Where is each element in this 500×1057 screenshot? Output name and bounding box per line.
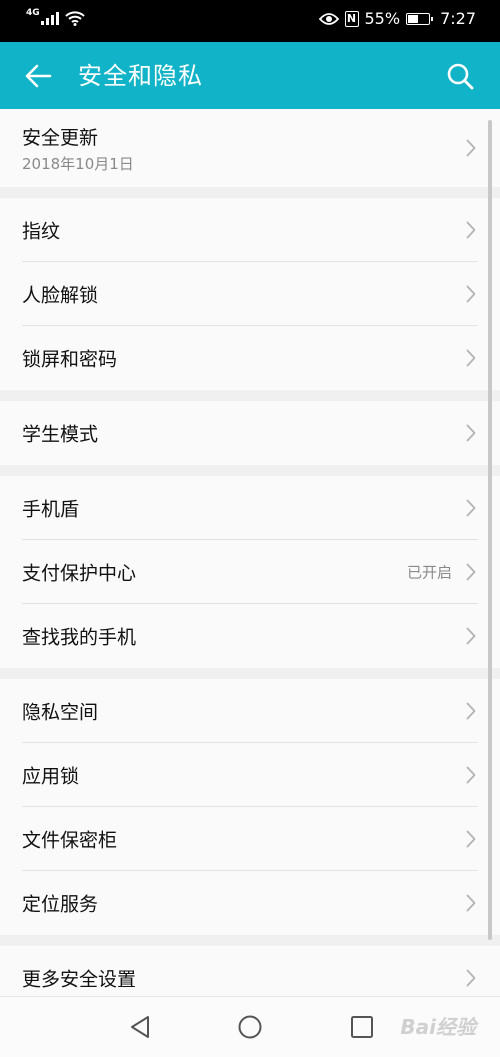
wifi-icon [64, 11, 85, 26]
scrollbar[interactable] [488, 120, 492, 940]
settings-group: 安全更新 2018年10月1日 [0, 109, 500, 187]
settings-group: 指纹人脸解锁锁屏和密码 [0, 198, 500, 390]
nav-recents-button[interactable] [348, 1013, 376, 1041]
network-type: 4G [26, 8, 40, 18]
settings-item-label: 锁屏和密码 [22, 348, 118, 371]
chevron-right-icon [466, 139, 476, 157]
chevron-right-icon [466, 285, 476, 303]
settings-item[interactable]: 人脸解锁 [22, 262, 478, 326]
settings-item[interactable]: 指纹 [22, 198, 478, 262]
circle-home-icon [238, 1015, 262, 1039]
battery-percent: 55% [364, 9, 401, 28]
settings-item[interactable]: 安全更新 2018年10月1日 [22, 109, 478, 187]
chevron-right-icon [466, 766, 476, 784]
settings-item-label: 应用锁 [22, 765, 80, 787]
settings-item[interactable]: 学生模式 [22, 401, 478, 465]
signal-icon [40, 12, 59, 25]
settings-group: 隐私空间应用锁文件保密柜定位服务 [0, 679, 500, 935]
settings-item-label: 隐私空间 [22, 701, 99, 723]
status-bar: 4G N 55% 7:27 [0, 0, 500, 42]
chevron-right-icon [466, 627, 476, 645]
search-icon [447, 63, 474, 90]
group-divider [0, 668, 500, 679]
settings-item-label: 手机盾 [22, 498, 80, 520]
group-divider [0, 465, 500, 476]
settings-group: 学生模式 [0, 401, 500, 465]
settings-item-label: 支付保护中心 [22, 562, 137, 584]
nfc-icon: N [344, 10, 359, 27]
battery-icon [406, 12, 434, 25]
chevron-right-icon [466, 969, 476, 987]
settings-item-label: 指纹 [22, 220, 61, 242]
chevron-right-icon [466, 424, 476, 442]
chevron-right-icon [466, 349, 476, 367]
arrow-left-icon [25, 64, 52, 88]
group-divider [0, 935, 500, 946]
page-title: 安全和隐私 [78, 62, 203, 90]
settings-item[interactable]: 手机盾 [22, 476, 478, 540]
app-bar: 安全和隐私 [0, 42, 500, 109]
search-button[interactable] [442, 58, 478, 94]
settings-item-label: 文件保密柜 [22, 829, 118, 851]
nav-back-button[interactable] [126, 1013, 154, 1041]
settings-item[interactable]: 隐私空间 [22, 679, 478, 743]
watermark: Bai经验 [400, 1015, 476, 1039]
nav-home-button[interactable] [236, 1013, 264, 1041]
battery-fill [408, 14, 419, 23]
triangle-back-icon [131, 1016, 149, 1038]
status-right: N 55% 7:27 [313, 9, 476, 28]
settings-item-subtitle: 2018年10月1日 [22, 155, 134, 173]
settings-item-label: 学生模式 [22, 423, 99, 446]
settings-group: 手机盾支付保护中心 已开启查找我的手机 [0, 476, 500, 668]
settings-item[interactable]: 锁屏和密码 [22, 326, 478, 390]
chevron-right-icon [466, 499, 476, 517]
settings-item[interactable]: 应用锁 [22, 743, 478, 807]
navigation-bar: Bai经验 [0, 996, 500, 1057]
settings-item-status: 已开启 [406, 563, 452, 581]
settings-item-label: 查找我的手机 [22, 626, 137, 649]
screen: 4G N 55% 7:27 安全和隐私 安全更新 2018年10月1日 指纹 人… [0, 0, 500, 1057]
settings-list: 安全更新 2018年10月1日指纹人脸解锁锁屏和密码学生模式手机盾支付保护中心 已开… [0, 109, 500, 1010]
status-left: 4G [26, 8, 85, 26]
chevron-right-icon [466, 563, 476, 581]
settings-item-label: 人脸解锁 [22, 284, 99, 306]
back-button[interactable] [20, 58, 56, 94]
chevron-right-icon [466, 830, 476, 848]
chevron-right-icon [466, 894, 476, 912]
group-divider [0, 390, 500, 401]
settings-item-label: 安全更新 [22, 127, 99, 149]
settings-item-label: 更多安全设置 [22, 968, 137, 991]
settings-item-label: 定位服务 [22, 893, 99, 916]
square-recents-icon [351, 1016, 373, 1038]
group-divider [0, 187, 500, 198]
settings-item[interactable]: 定位服务 [22, 871, 478, 935]
settings-item[interactable]: 文件保密柜 [22, 807, 478, 871]
settings-item[interactable]: 查找我的手机 [22, 604, 478, 668]
chevron-right-icon [466, 702, 476, 720]
eye-icon [318, 12, 339, 25]
clock: 7:27 [440, 9, 476, 28]
chevron-right-icon [466, 221, 476, 239]
settings-item[interactable]: 支付保护中心 已开启 [22, 540, 478, 604]
